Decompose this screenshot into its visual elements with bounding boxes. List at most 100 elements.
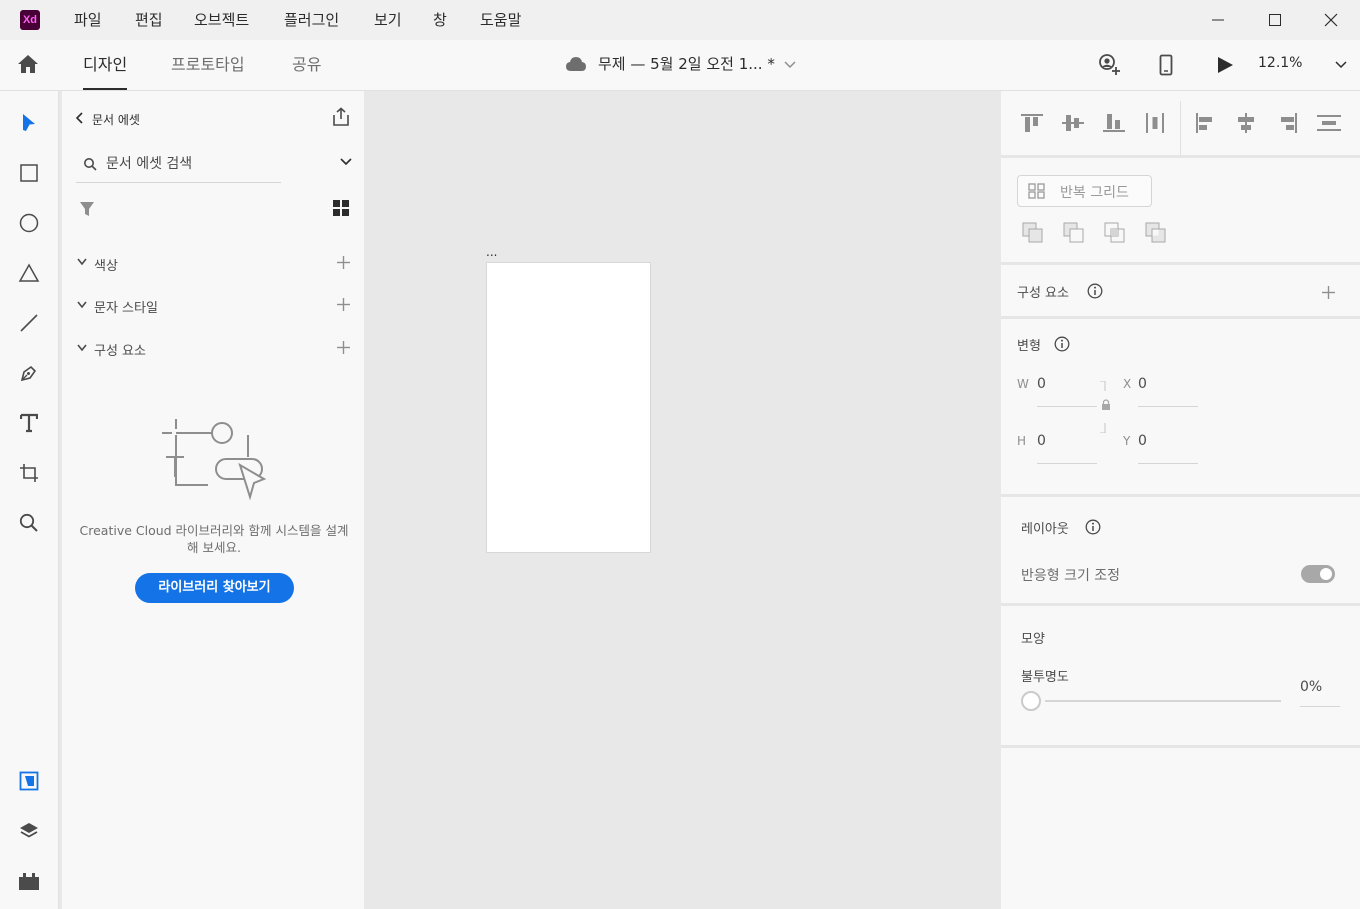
rectangle-tool-icon [20, 164, 38, 182]
cloud-icon [565, 56, 587, 72]
section-components[interactable]: 구성 요소 [94, 340, 146, 359]
artboard-tool-icon [20, 464, 38, 482]
transform-info-icon[interactable] [1054, 336, 1070, 352]
y-field[interactable]: 0 [1138, 433, 1147, 449]
artboard[interactable] [486, 262, 651, 553]
ellipse-tool[interactable] [10, 204, 48, 242]
minimize-button[interactable] [1189, 0, 1247, 40]
transform-title: 변형 [1017, 339, 1041, 354]
colors-chevron-down-icon[interactable] [77, 258, 87, 266]
assets-search-field[interactable]: 문서 에셋 검색 [76, 147, 281, 183]
boolean-subtract-icon[interactable] [1063, 222, 1085, 244]
boolean-intersect-icon[interactable] [1104, 222, 1126, 244]
menu-plugins[interactable]: 플러그인 [284, 0, 339, 40]
layers-icon [20, 823, 38, 838]
align-top-icon[interactable] [1021, 113, 1043, 133]
align-bottom-icon[interactable] [1103, 113, 1125, 133]
close-button[interactable] [1302, 0, 1360, 40]
close-icon [1324, 13, 1338, 27]
section-colors[interactable]: 색상 [94, 255, 118, 274]
layers-button[interactable] [10, 812, 48, 850]
chevron-down-icon[interactable] [784, 61, 796, 69]
maximize-button[interactable] [1246, 0, 1304, 40]
width-field[interactable]: 0 [1037, 376, 1046, 392]
document-assets-icon [19, 771, 39, 791]
x-field[interactable]: 0 [1138, 376, 1147, 392]
export-assets-button[interactable] [331, 107, 351, 127]
artboard-tool[interactable] [10, 454, 48, 492]
add-color-plus-icon[interactable] [337, 256, 350, 269]
search-dropdown-chevron-down-icon[interactable] [340, 158, 352, 166]
menu-help[interactable]: 도움말 [480, 0, 521, 40]
polygon-tool[interactable] [10, 254, 48, 292]
add-component-plus-icon[interactable] [337, 341, 350, 354]
play-icon [1218, 57, 1233, 73]
lock-aspect-icon[interactable] [1099, 381, 1113, 433]
section-divider [1001, 262, 1360, 265]
opacity-underline [1300, 706, 1340, 707]
components-info-icon[interactable] [1087, 283, 1103, 299]
opacity-label: 불투명도 [1021, 670, 1069, 685]
add-char-style-plus-icon[interactable] [337, 298, 350, 311]
opacity-slider-track[interactable] [1045, 700, 1281, 702]
tab-share[interactable]: 공유 [292, 40, 321, 90]
text-tool[interactable] [10, 404, 48, 442]
property-inspector: 반복 그리드 구성 요소 변형 W 0 H 0 X 0 Y 0 레이아웃 반응형… [1001, 91, 1360, 909]
ellipse-tool-icon [19, 213, 39, 233]
menu-object[interactable]: 오브젝트 [194, 0, 249, 40]
align-left-icon[interactable] [1195, 113, 1217, 133]
text-tool-icon [20, 413, 38, 433]
rectangle-tool[interactable] [10, 154, 48, 192]
menu-window[interactable]: 창 [433, 0, 447, 40]
plugins-button[interactable] [10, 862, 48, 900]
filter-button[interactable] [79, 201, 95, 217]
menu-file[interactable]: 파일 [74, 0, 102, 40]
boolean-exclude-icon[interactable] [1145, 222, 1167, 244]
responsive-resize-toggle[interactable] [1301, 565, 1335, 583]
char-styles-chevron-down-icon[interactable] [77, 301, 87, 309]
zoom-chevron-down-icon[interactable] [1335, 61, 1347, 69]
select-tool-icon [23, 114, 35, 131]
document-assets-button[interactable] [10, 762, 48, 800]
pen-tool-icon [20, 365, 37, 382]
home-button[interactable] [17, 54, 39, 74]
tab-prototype[interactable]: 프로토타입 [171, 40, 245, 90]
section-character-styles[interactable]: 문자 스타일 [94, 297, 158, 316]
opacity-slider-handle[interactable] [1021, 691, 1041, 711]
menu-edit[interactable]: 편집 [135, 0, 163, 40]
x-label: X [1123, 377, 1132, 391]
menu-bar: Xd 파일 편집 오브젝트 플러그인 보기 창 도움말 [0, 0, 1360, 40]
grid-view-button[interactable] [333, 200, 349, 216]
share-user-button[interactable] [1097, 54, 1121, 76]
align-center-icon[interactable] [1235, 113, 1257, 133]
align-middle-icon[interactable] [1062, 113, 1084, 133]
boolean-add-icon[interactable] [1022, 222, 1044, 244]
repeat-grid-button[interactable]: 반복 그리드 [1017, 175, 1152, 207]
device-preview-button[interactable] [1159, 54, 1173, 76]
document-title[interactable]: 무제 — 5월 2일 오전 1... * [598, 53, 775, 74]
design-canvas[interactable]: ... [364, 91, 1001, 909]
artboard-label[interactable]: ... [486, 246, 497, 258]
align-right-icon[interactable] [1276, 113, 1298, 133]
y-underline [1138, 463, 1198, 464]
select-tool[interactable] [10, 104, 48, 142]
height-field[interactable]: 0 [1037, 433, 1046, 449]
opacity-value[interactable]: 0% [1300, 679, 1322, 695]
layout-info-icon[interactable] [1085, 519, 1101, 535]
distribute-vertical-icon[interactable] [1144, 113, 1166, 133]
back-chevron-left-icon[interactable] [76, 112, 84, 124]
menu-view[interactable]: 보기 [374, 0, 402, 40]
line-tool[interactable] [10, 304, 48, 342]
width-label: W [1017, 377, 1029, 391]
zoom-level[interactable]: 12.1% [1258, 55, 1302, 71]
play-preview-button[interactable] [1216, 56, 1234, 74]
user-add-icon [1099, 54, 1120, 75]
zoom-tool[interactable] [10, 504, 48, 542]
height-label: H [1017, 434, 1027, 448]
components-chevron-down-icon[interactable] [77, 344, 87, 352]
distribute-horizontal-icon[interactable] [1317, 113, 1341, 133]
tab-design[interactable]: 디자인 [83, 40, 128, 90]
browse-libraries-button[interactable]: 라이브러리 찾아보기 [135, 573, 294, 603]
add-component-button[interactable] [1322, 286, 1335, 299]
pen-tool[interactable] [10, 354, 48, 392]
